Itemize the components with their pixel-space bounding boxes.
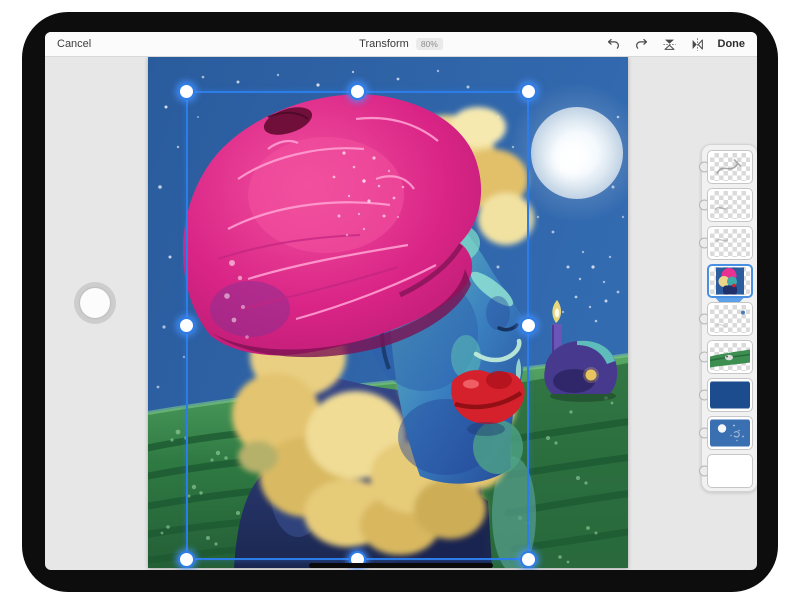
toolbar-actions: Done <box>606 37 746 52</box>
zoom-badge: 80% <box>416 38 443 51</box>
cancel-button[interactable]: Cancel <box>57 39 91 50</box>
ipad-frame: Cancel Transform 80% <box>22 12 778 592</box>
flip-vertical-button[interactable] <box>662 37 677 52</box>
touch-shortcut-button[interactable] <box>74 282 116 324</box>
layer-thumbnail-7[interactable] <box>707 378 753 412</box>
touch-shortcut-inner-circle <box>80 288 110 318</box>
layers-panel <box>701 144 757 492</box>
transform-handle-bottom-left[interactable] <box>178 551 195 568</box>
app-screen: Cancel Transform 80% <box>45 32 757 570</box>
redo-button[interactable] <box>634 37 649 52</box>
transform-selection-box[interactable] <box>186 91 529 560</box>
flip-horizontal-icon <box>690 37 705 52</box>
layer-thumbnail-4-selected[interactable] <box>707 264 753 298</box>
transform-handle-top-middle[interactable] <box>349 83 366 100</box>
flip-horizontal-button[interactable] <box>690 37 705 52</box>
transform-handle-bottom-right[interactable] <box>520 551 537 568</box>
layer-thumbnail-3[interactable] <box>707 226 753 260</box>
transform-handle-middle-left[interactable] <box>178 317 195 334</box>
redo-icon <box>634 37 649 52</box>
home-indicator[interactable] <box>309 563 493 568</box>
layer-thumbnail-1[interactable] <box>707 150 753 184</box>
layer-thumbnail-6[interactable] <box>707 340 753 374</box>
done-button[interactable]: Done <box>718 39 746 50</box>
workspace <box>45 57 757 570</box>
transform-handle-top-right[interactable] <box>520 83 537 100</box>
tool-title: Transform <box>359 38 409 50</box>
undo-icon <box>606 37 621 52</box>
layer-thumbnail-5[interactable] <box>707 302 753 336</box>
layer-thumbnail-2[interactable] <box>707 188 753 222</box>
toolbar-title-group: Transform 80% <box>359 32 443 56</box>
transform-handle-middle-right[interactable] <box>520 317 537 334</box>
canvas[interactable] <box>148 57 628 568</box>
undo-button[interactable] <box>606 37 621 52</box>
page: Cancel Transform 80% <box>0 0 800 604</box>
toolbar: Cancel Transform 80% <box>45 32 757 57</box>
layer-thumbnail-8[interactable] <box>707 416 753 450</box>
flip-vertical-icon <box>662 37 677 52</box>
layer-thumbnail-9[interactable] <box>707 454 753 488</box>
transform-handle-top-left[interactable] <box>178 83 195 100</box>
